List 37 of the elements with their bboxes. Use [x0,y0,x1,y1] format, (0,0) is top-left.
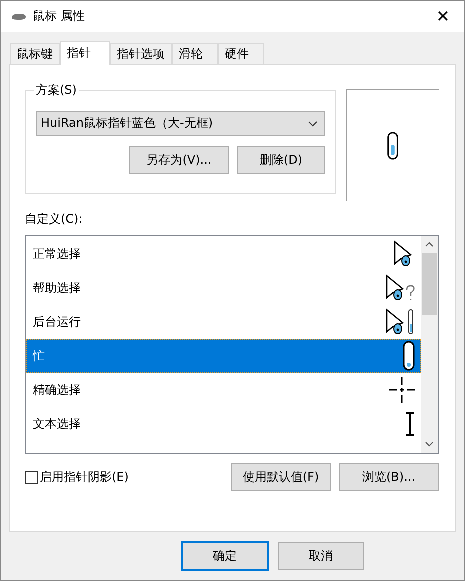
scrollbar[interactable] [421,236,438,453]
delete-button[interactable]: 删除(D) [237,146,326,174]
group-legend: 方案(S) [34,82,79,99]
window-title: 鼠标 属性 [33,8,86,25]
tab[interactable]: 指针选项 [110,43,172,64]
scroll-down-icon[interactable] [425,442,434,447]
scheme-dropdown[interactable]: HuiRan鼠标指针蓝色（大-无框) [36,111,325,136]
cursor-name: 正常选择 [33,246,81,262]
tab[interactable]: 指针 [60,41,110,65]
cursor-name: 文本选择 [33,416,81,432]
tab[interactable]: 滑轮 [172,43,218,64]
checkbox-label: 启用指针阴影(E) [40,468,129,486]
busy-cursor-icon [387,132,400,160]
cursor-icon [393,240,415,268]
use-default-button[interactable]: 使用默认值(F) [231,463,331,491]
cursor-icon [385,274,415,302]
mouse-icon [11,12,27,20]
chevron-icon [308,120,318,126]
busy-cursor-icon [403,341,415,371]
save-as-button[interactable]: 另存为(V)... [129,146,230,174]
tab[interactable]: 鼠标键 [10,43,60,64]
scroll-up-icon[interactable] [425,242,434,247]
cursor-name: 帮助选择 [33,280,81,296]
cursor-name: 后台运行 [33,314,81,330]
cursor-name: 精确选择 [33,382,81,398]
close-button[interactable]: ✕ [428,2,458,32]
customize-label: 自定义(C): [25,211,84,228]
ok-button[interactable]: 确定 [182,542,268,570]
checkbox[interactable] [25,470,38,484]
cursor-name: 忙 [33,348,45,364]
crosshair-icon [389,377,415,403]
tab[interactable]: 硬件 [218,43,264,64]
text-cursor-icon [405,412,415,436]
cancel-button[interactable]: 取消 [278,542,364,570]
browse-button[interactable]: 浏览(B)... [339,463,439,491]
cursor-row[interactable]: 忙 [26,339,421,373]
cursor-icon [385,308,415,336]
